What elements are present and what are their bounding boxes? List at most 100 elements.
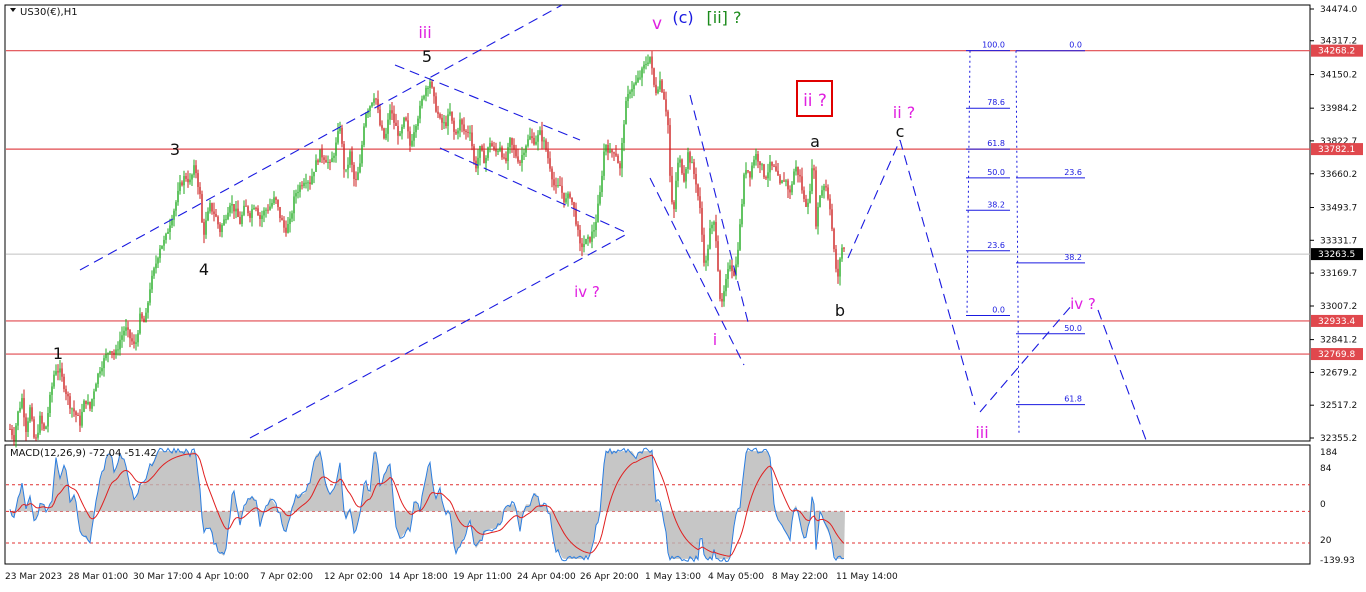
candle-body: [109, 351, 111, 354]
candle-body: [295, 193, 297, 197]
candle-body: [803, 190, 805, 199]
candle-body: [825, 186, 827, 188]
candle-body: [61, 368, 63, 377]
candle-body: [263, 210, 265, 216]
fib2-level-label: 38.2: [1064, 253, 1082, 262]
wave-label[interactable]: b: [835, 301, 845, 320]
price-tick-label: 33660.2: [1320, 170, 1357, 180]
candle-body: [529, 136, 531, 140]
wave-label[interactable]: i: [713, 330, 717, 349]
candle-body: [403, 117, 405, 127]
candle-body: [629, 91, 631, 94]
candle-body: [129, 329, 131, 339]
wave-label[interactable]: iii: [975, 423, 988, 442]
candle-body: [225, 219, 227, 221]
wave-label[interactable]: (c): [672, 8, 693, 27]
trading-chart[interactable]: 100.0 78.6 61.8 50.0 38.2 23.6 0.0 0.0 23.6 38.2 5…: [0, 0, 1366, 588]
candle-body: [801, 176, 803, 191]
candle-body: [15, 425, 17, 441]
wave-label[interactable]: iv ?: [574, 283, 600, 301]
candle-body: [177, 190, 179, 203]
candle-body: [545, 140, 547, 150]
wave-label[interactable]: c: [896, 122, 905, 141]
wave-label[interactable]: a: [810, 132, 820, 151]
candle-body: [359, 163, 361, 173]
candle-body: [241, 214, 243, 224]
candle-body: [607, 144, 609, 153]
wave-label[interactable]: 1: [53, 344, 63, 363]
candle-body: [503, 157, 505, 159]
candle-body: [49, 394, 51, 414]
candle-body: [235, 208, 237, 212]
candle-body: [157, 258, 159, 264]
wave-label[interactable]: 4: [199, 260, 209, 279]
candle-body: [501, 147, 503, 158]
candle-body: [707, 248, 709, 261]
wave-label[interactable]: v: [652, 14, 662, 34]
candle-body: [95, 384, 97, 392]
candle-body: [653, 68, 655, 85]
candle-body: [457, 130, 459, 134]
candle-body: [553, 179, 555, 186]
candle-body: [755, 154, 757, 160]
candle-body: [703, 234, 705, 263]
candle-body: [645, 63, 647, 65]
candle-body: [495, 148, 497, 152]
wave-label[interactable]: 5: [422, 47, 432, 66]
time-axis-label: 24 Apr 04:00: [517, 572, 576, 582]
candle-body: [219, 224, 221, 233]
candle-body: [213, 211, 215, 214]
candle-body: [565, 198, 567, 203]
candle-body: [717, 241, 719, 271]
time-axis-label: 11 May 14:00: [836, 572, 898, 582]
fib1-level-label: 100.0: [982, 41, 1005, 50]
candle-body: [795, 166, 797, 172]
candle-body: [299, 185, 301, 192]
candle-body: [823, 186, 825, 191]
wave-label[interactable]: ii ?: [803, 91, 827, 111]
candle-body: [321, 149, 323, 158]
candle-body: [267, 209, 269, 211]
wave-label[interactable]: ii ?: [893, 103, 915, 122]
wave-label[interactable]: [ii] ?: [707, 8, 742, 27]
candle-body: [413, 132, 415, 141]
candle-body: [649, 56, 651, 63]
fib1-level-label: 61.8: [987, 139, 1005, 148]
candle-body: [721, 298, 723, 302]
wave-label[interactable]: iii: [418, 23, 431, 42]
candle-body: [831, 209, 833, 229]
candle-body: [511, 138, 513, 145]
candle-body: [611, 150, 613, 153]
candle-body: [297, 191, 299, 194]
candle-body: [117, 349, 119, 351]
candle-body: [809, 191, 811, 203]
candle-body: [357, 172, 359, 180]
candle-body: [743, 174, 745, 205]
candle-body: [827, 187, 829, 199]
candle-body: [279, 206, 281, 219]
candle-body: [281, 218, 283, 221]
candle-body: [343, 143, 345, 170]
level-price-label: 33782.1: [1318, 145, 1355, 155]
candle-body: [415, 126, 417, 133]
candle-body: [79, 415, 81, 426]
candle-body: [133, 341, 135, 344]
time-axis-label: 8 May 22:00: [772, 572, 828, 582]
price-tick-label: 32517.2: [1320, 401, 1357, 411]
candle-body: [641, 68, 643, 78]
candle-body: [689, 152, 691, 163]
candle-body: [425, 87, 427, 96]
candle-body: [765, 177, 767, 179]
candle-body: [591, 231, 593, 242]
candle-body: [835, 249, 837, 269]
candle-body: [733, 270, 735, 276]
candle-body: [569, 193, 571, 198]
candle-body: [583, 244, 585, 248]
candle-body: [317, 160, 319, 163]
candle-body: [171, 219, 173, 226]
candle-body: [713, 222, 715, 225]
candle-body: [131, 338, 133, 342]
candle-body: [161, 245, 163, 249]
wave-label[interactable]: iv ?: [1070, 295, 1096, 313]
wave-label[interactable]: 3: [170, 140, 180, 159]
